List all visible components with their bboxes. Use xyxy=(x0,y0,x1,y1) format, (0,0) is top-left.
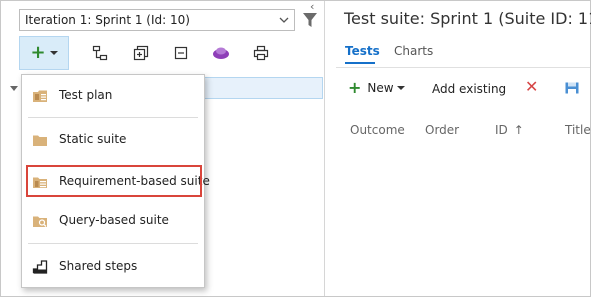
save-icon[interactable] xyxy=(564,80,580,96)
query-suite-icon xyxy=(33,216,47,227)
iteration-value: Iteration 1: Sprint 1 (Id: 10) xyxy=(25,13,190,27)
column-header-order[interactable]: Order xyxy=(425,123,459,137)
new-suite-button[interactable]: + xyxy=(19,36,69,70)
filter-icon[interactable] xyxy=(303,12,317,28)
highlight-box xyxy=(26,165,202,197)
left-toolbar: + xyxy=(17,36,321,70)
iteration-dropdown[interactable]: Iteration 1: Sprint 1 (Id: 10) xyxy=(19,9,295,31)
printer-icon xyxy=(253,45,269,61)
plus-icon: + xyxy=(30,42,46,63)
tree-view-button[interactable] xyxy=(84,36,116,70)
divider xyxy=(336,67,590,68)
new-button-label: New xyxy=(367,81,394,95)
collapse-all-button[interactable] xyxy=(165,36,197,70)
caret-down-icon xyxy=(49,51,58,55)
tree-expand-caret-icon[interactable] xyxy=(10,86,18,91)
page-title: Test suite: Sprint 1 (Suite ID: 11) xyxy=(344,9,591,28)
chevron-down-icon xyxy=(279,17,289,23)
test-plan-icon xyxy=(33,90,47,102)
active-tab-indicator xyxy=(345,62,375,64)
new-test-case-button[interactable]: + New xyxy=(348,80,405,96)
plus-icon: + xyxy=(348,78,362,97)
shared-steps-icon xyxy=(32,260,48,274)
menu-item-label: Static suite xyxy=(59,132,127,146)
tab-charts[interactable]: Charts xyxy=(394,44,433,58)
column-header-outcome[interactable]: Outcome xyxy=(350,123,405,137)
menu-item-label: Test plan xyxy=(59,88,113,102)
assign-configurations-button[interactable] xyxy=(205,36,237,70)
expand-all-button[interactable] xyxy=(125,36,157,70)
collapse-icon xyxy=(174,46,188,60)
menu-item-label: Query-based suite xyxy=(59,213,169,227)
tree-icon xyxy=(92,45,108,61)
menu-item-static-suite[interactable]: Static suite xyxy=(22,125,204,155)
collapse-left-pane-icon[interactable]: ‹ xyxy=(310,0,314,13)
add-existing-button[interactable]: Add existing xyxy=(432,82,506,96)
column-header-id[interactable]: ID ↑ xyxy=(495,123,524,137)
sort-ascending-icon: ↑ xyxy=(513,123,524,137)
caret-down-icon xyxy=(396,86,405,90)
print-button[interactable] xyxy=(245,36,277,70)
expand-icon xyxy=(133,45,149,61)
column-header-id-label: ID xyxy=(495,123,508,137)
menu-separator xyxy=(28,243,198,244)
column-header-title[interactable]: Title xyxy=(565,123,591,137)
menu-item-shared-steps[interactable]: Shared steps xyxy=(22,252,204,282)
menu-separator xyxy=(28,117,198,118)
menu-item-test-plan[interactable]: Test plan xyxy=(22,81,204,111)
menu-item-label: Shared steps xyxy=(59,259,138,273)
configurations-icon xyxy=(213,47,229,59)
folder-icon xyxy=(33,135,47,146)
tab-tests[interactable]: Tests xyxy=(345,44,380,58)
selected-tree-row[interactable] xyxy=(196,77,323,99)
menu-item-query-based-suite[interactable]: Query-based suite xyxy=(22,206,204,236)
remove-icon[interactable]: ✕ xyxy=(525,79,538,95)
